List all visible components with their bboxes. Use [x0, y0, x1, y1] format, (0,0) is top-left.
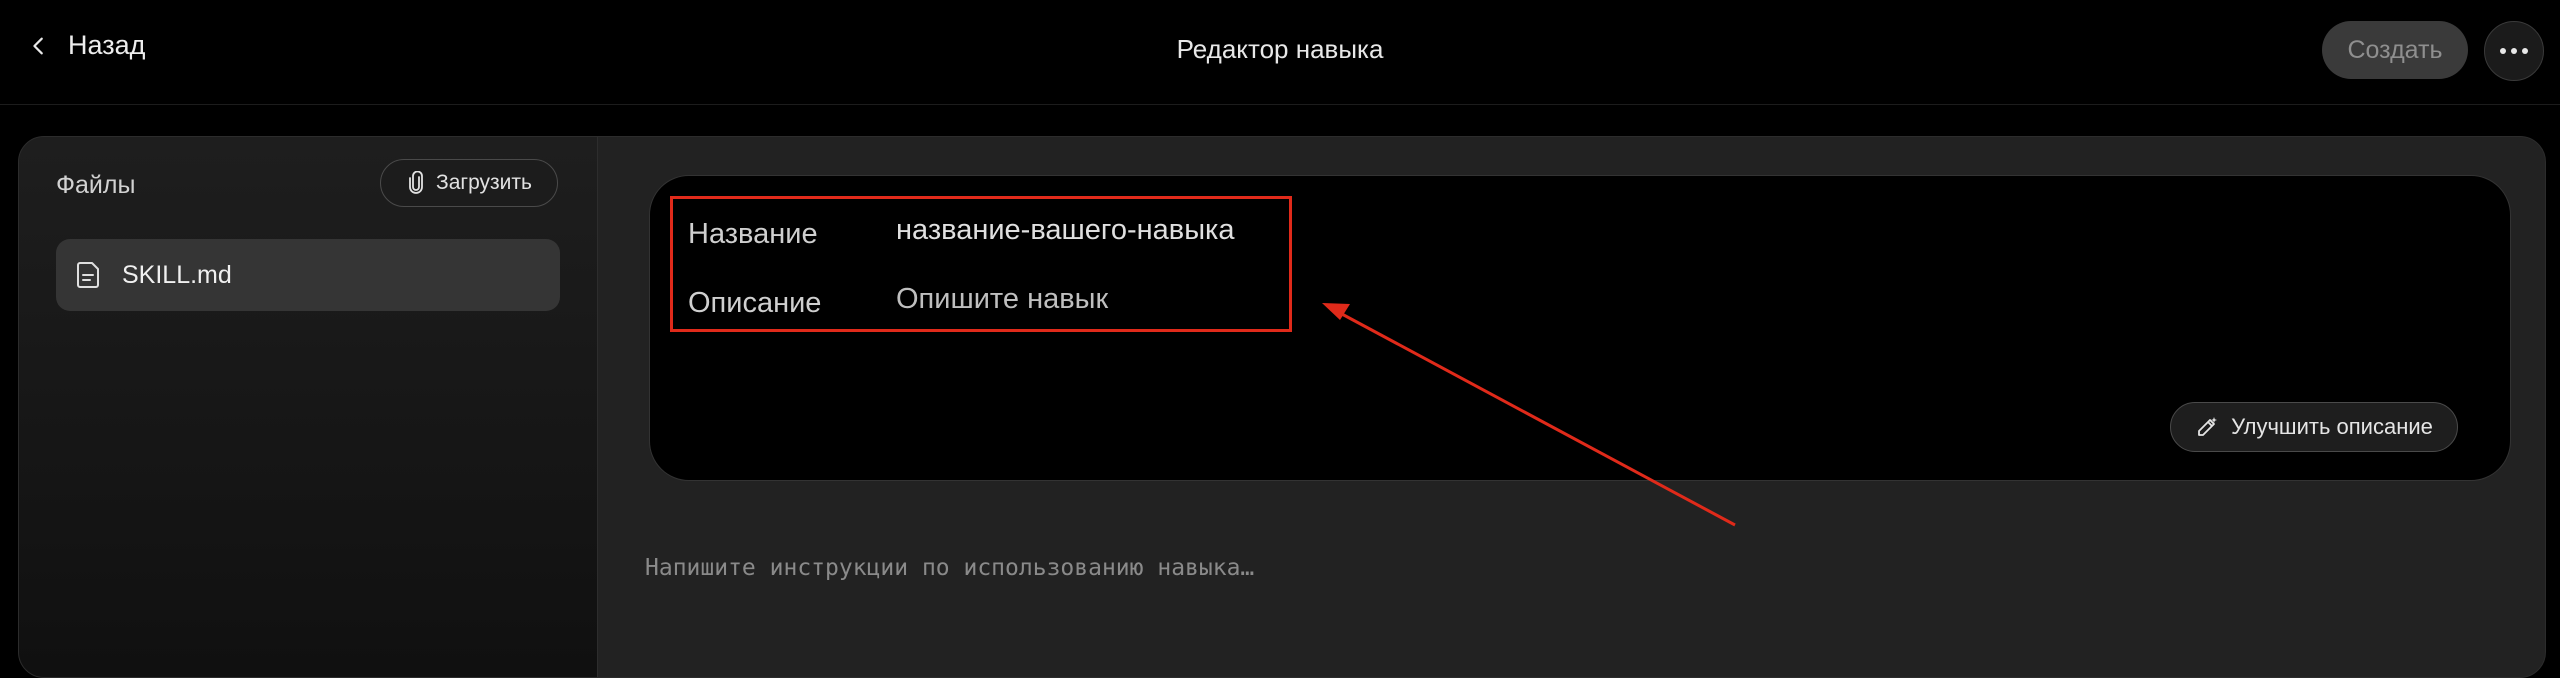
- document-icon: [77, 262, 99, 288]
- more-options-button[interactable]: [2484, 21, 2544, 81]
- page-title: Редактор навыка: [1176, 34, 1384, 64]
- improve-description-button[interactable]: Улучшить описание: [2170, 402, 2458, 452]
- paperclip-icon: [409, 171, 423, 194]
- files-sidebar: Файлы Загрузить SKILL.md: [19, 137, 598, 677]
- upload-label: Загрузить: [436, 171, 532, 194]
- magic-pen-icon: [2198, 417, 2218, 436]
- more-horizontal-icon: [2500, 48, 2528, 54]
- instructions-textarea[interactable]: Напишите инструкции по использованию нав…: [645, 555, 1254, 581]
- improve-description-label: Улучшить описание: [2231, 414, 2433, 439]
- upload-button[interactable]: Загрузить: [380, 159, 558, 207]
- create-button[interactable]: Создать: [2322, 21, 2468, 79]
- files-heading: Файлы: [56, 171, 136, 199]
- annotation-highlight-box: [670, 196, 1292, 332]
- file-item-skill-md[interactable]: SKILL.md: [56, 239, 560, 311]
- top-bar: Назад Редактор навыка Создать: [0, 0, 2560, 105]
- file-name: SKILL.md: [122, 260, 232, 289]
